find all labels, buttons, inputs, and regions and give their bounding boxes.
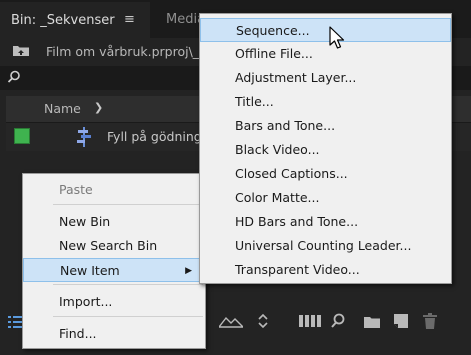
menu-item-find[interactable]: Find...	[23, 322, 205, 346]
menu-item-label: Black Video...	[235, 142, 320, 157]
submenu-item-universal-counting-leader[interactable]: Universal Counting Leader...	[200, 234, 451, 258]
submenu-item-transparent-video[interactable]: Transparent Video...	[200, 258, 451, 282]
submenu-arrow-icon: ▶	[185, 266, 192, 276]
search-icon[interactable]	[7, 70, 21, 84]
submenu-item-black-video[interactable]: Black Video...	[200, 138, 451, 162]
submenu-item-bars-and-tone[interactable]: Bars and Tone...	[200, 114, 451, 138]
chevron-down-icon[interactable]: ❯	[94, 101, 103, 114]
find-icon[interactable]	[330, 313, 346, 329]
submenu-item-color-matte[interactable]: Color Matte...	[200, 186, 451, 210]
column-header-name[interactable]: Name	[44, 101, 81, 116]
submenu-item-adjustment-layer[interactable]: Adjustment Layer...	[200, 66, 451, 90]
menu-item-label: Universal Counting Leader...	[235, 238, 412, 253]
label-color-swatch[interactable]	[14, 128, 30, 144]
context-menu: Paste New Bin New Search Bin New Item ▶ …	[22, 173, 206, 349]
submenu-item-sequence[interactable]: Sequence...	[200, 18, 451, 42]
sort-icon[interactable]	[257, 313, 269, 329]
menu-item-label: Offline File...	[235, 46, 313, 61]
submenu-item-title[interactable]: Title...	[200, 90, 451, 114]
menu-separator	[53, 204, 203, 205]
menu-item-label: Closed Captions...	[235, 166, 348, 181]
menu-item-label: New Search Bin	[59, 238, 158, 253]
tab-bin-sekvenser[interactable]: Bin: _Sekvenser ≡	[0, 0, 150, 38]
menu-item-paste[interactable]: Paste	[23, 178, 205, 202]
menu-item-label: Find...	[59, 326, 97, 341]
menu-item-label: New Bin	[59, 214, 111, 229]
menu-separator	[53, 284, 203, 285]
menu-item-new-item[interactable]: New Item ▶	[23, 258, 205, 282]
submenu-item-offline-file[interactable]: Offline File...	[200, 42, 451, 66]
trash-icon[interactable]	[423, 313, 437, 329]
submenu-item-closed-captions[interactable]: Closed Captions...	[200, 162, 451, 186]
menu-item-label: Paste	[59, 182, 93, 197]
sequence-icon	[77, 127, 91, 147]
menu-item-label: Transparent Video...	[235, 262, 360, 277]
tab-label: Bin: _Sekvenser	[11, 13, 115, 28]
new-item-submenu: Sequence... Offline File... Adjustment L…	[199, 13, 452, 284]
menu-item-label: HD Bars and Tone...	[235, 214, 359, 229]
menu-item-label: New Item	[60, 263, 120, 278]
menu-item-import[interactable]: Import...	[23, 290, 205, 314]
hamburger-icon[interactable]: ≡	[124, 12, 135, 27]
submenu-item-hd-bars-and-tone[interactable]: HD Bars and Tone...	[200, 210, 451, 234]
automate-icon[interactable]	[299, 315, 321, 327]
mouse-cursor-icon	[329, 26, 345, 49]
item-name: Fyll på gödning	[107, 129, 202, 144]
menu-item-label: Title...	[235, 94, 274, 109]
menu-item-label: Color Matte...	[235, 190, 320, 205]
new-item-icon[interactable]	[393, 313, 409, 329]
menu-item-new-search-bin[interactable]: New Search Bin	[23, 234, 205, 258]
folder-up-icon[interactable]	[12, 43, 30, 57]
project-path: Film om vårbruk.prproj\_	[46, 44, 200, 59]
menu-item-label: Sequence...	[236, 23, 310, 38]
menu-item-new-bin[interactable]: New Bin	[23, 210, 205, 234]
menu-separator	[53, 316, 203, 317]
zoom-slider-icon[interactable]	[219, 314, 243, 328]
menu-item-label: Bars and Tone...	[235, 118, 336, 133]
new-bin-icon[interactable]	[363, 315, 381, 329]
menu-item-label: Adjustment Layer...	[235, 70, 357, 85]
menu-item-label: Import...	[59, 294, 113, 309]
